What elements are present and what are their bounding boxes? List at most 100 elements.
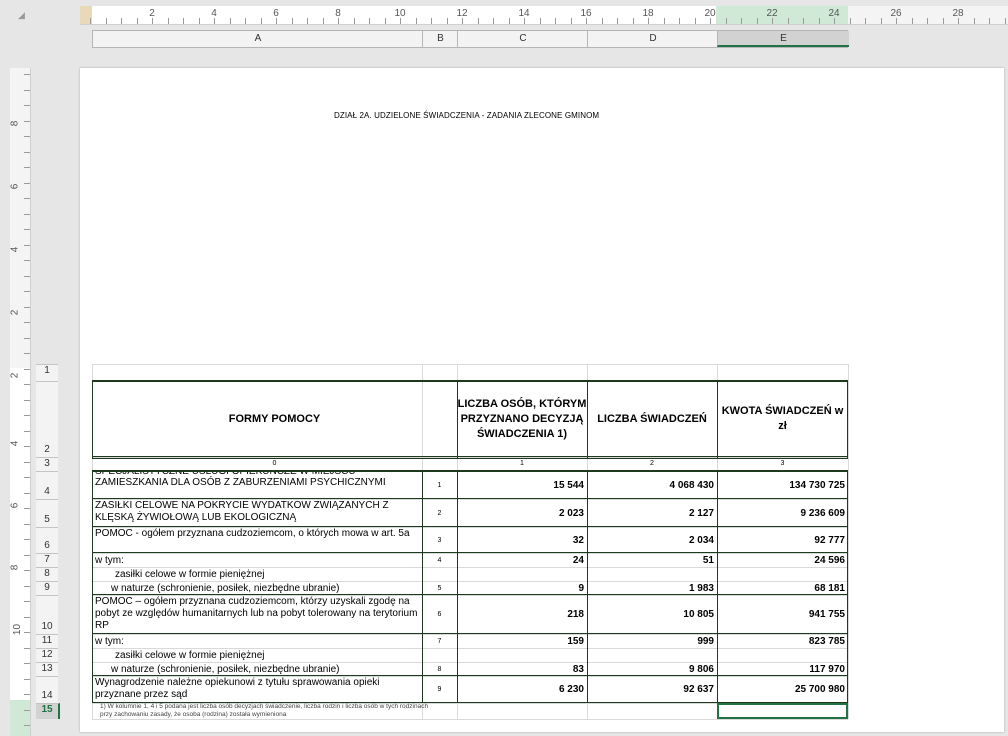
ruler-tick [741, 18, 742, 24]
value-persons[interactable]: 6 230 [458, 677, 587, 703]
value-persons[interactable] [458, 568, 587, 581]
column-header-a[interactable]: A [92, 31, 423, 47]
ruler-number: 2 [10, 309, 21, 316]
row-header-10[interactable]: 10 [36, 595, 58, 634]
ruler-tick [664, 18, 665, 24]
ruler-tick [245, 18, 246, 24]
value-persons[interactable]: 24 [458, 554, 587, 567]
row-label[interactable]: zasiłki celowe w formie pieniężnej [93, 568, 421, 581]
value-benefits[interactable]: 2 127 [588, 500, 717, 527]
value-benefits[interactable]: 92 637 [588, 677, 717, 703]
value-amount[interactable]: 823 785 [718, 635, 848, 648]
value-persons[interactable]: 2 023 [458, 500, 587, 527]
value-benefits[interactable]: 4 068 430 [588, 472, 717, 499]
row-number [422, 649, 457, 662]
row-header-9[interactable]: 9 [36, 581, 58, 595]
value-persons[interactable] [458, 649, 587, 662]
row-label[interactable]: w tym: [93, 635, 421, 648]
value-amount[interactable]: 134 730 725 [718, 472, 848, 499]
value-benefits[interactable]: 999 [588, 635, 717, 648]
value-amount[interactable]: 9 236 609 [718, 500, 848, 527]
row-header-4[interactable]: 4 [36, 471, 58, 499]
row-header-8[interactable]: 8 [36, 567, 58, 581]
column-header-d[interactable]: D [587, 31, 718, 47]
border-line [92, 458, 848, 459]
value-benefits[interactable]: 10 805 [588, 596, 717, 634]
ruler-tick [199, 18, 200, 24]
border-line [92, 552, 848, 553]
ruler-number: 8 [10, 120, 21, 127]
value-amount[interactable]: 941 755 [718, 596, 848, 634]
row-label[interactable]: zasiłki celowe w formie pieniężnej [93, 649, 421, 662]
row-label[interactable]: w tym: [93, 554, 421, 567]
row-label-text: w tym: [95, 636, 124, 647]
row-label[interactable]: ZASIŁKI CELOWE NA POKRYCIE WYDATKÓW ZWIĄ… [93, 500, 421, 527]
column-header-b[interactable]: B [422, 31, 458, 47]
value-persons[interactable]: 218 [458, 596, 587, 634]
ruler-tick [757, 18, 758, 24]
value-amount[interactable] [718, 649, 848, 662]
row-header-13[interactable]: 13 [36, 662, 58, 676]
ruler-tick [24, 90, 30, 91]
ruler-tick [493, 18, 494, 24]
sheet-corner[interactable]: ◢ [0, 0, 80, 48]
ruler-tick [183, 18, 184, 24]
value-amount[interactable]: 25 700 980 [718, 677, 848, 703]
row-header-14[interactable]: 14 [36, 676, 58, 703]
ruler-tick [24, 353, 30, 354]
row-header-1[interactable]: 1 [36, 364, 58, 381]
value-amount[interactable]: 24 596 [718, 554, 848, 567]
sheet-title[interactable]: DZIAŁ 2A. UDZIELONE ŚWIADCZENIA - ZADANI… [334, 111, 599, 120]
row-label[interactable]: Wynagrodzenie należne opiekunowi z tytuł… [93, 677, 421, 703]
ruler-tick [540, 18, 541, 24]
horizontal-ruler: 2 4 6 8 10 12 14 16 18 20 22 24 26 28 [80, 6, 1008, 25]
header-persons: LICZBA OSÓB, KTÓRYM PRZYZNANO DECYZJĄ ŚW… [457, 397, 587, 440]
row-number: 3 [437, 537, 442, 544]
ruler-tick [24, 384, 30, 385]
row-header-15[interactable]: 15 [36, 703, 60, 719]
ruler-tick [24, 214, 30, 215]
row-label[interactable]: SPECJALISTYCZNE USŁUGI OPIEKUŃCZE W MIEJ… [93, 472, 421, 499]
header-amount: KWOTA ŚWIADCZEŃ w zł [721, 405, 844, 432]
value-benefits[interactable] [588, 568, 717, 581]
row-header-11[interactable]: 11 [36, 634, 58, 648]
row-number: 9 [437, 686, 442, 693]
select-all-icon[interactable]: ◢ [18, 10, 25, 21]
column-header-e[interactable]: E [717, 31, 849, 47]
ruler-tick [788, 18, 789, 24]
border-line [717, 380, 718, 458]
value-persons[interactable]: 159 [458, 635, 587, 648]
column-headers: ABCDE [92, 30, 849, 48]
ruler-tick [24, 632, 30, 633]
row-label[interactable]: POMOC – ogółem przyznana cudzoziemcom, k… [93, 596, 421, 634]
grid-line [92, 364, 848, 365]
ruler-tick [24, 617, 30, 618]
ruler-tick [24, 493, 30, 494]
row-header-5[interactable]: 5 [36, 499, 58, 527]
border-line [457, 470, 458, 703]
footnote[interactable]: 1) W kolumnie 1, 4 i 5 podana jest liczb… [100, 703, 430, 719]
ruler-tick [710, 18, 711, 24]
row-label-text: POMOC - ogółem przyznana cudzoziemcom, o… [95, 528, 410, 539]
selected-cell[interactable] [717, 703, 848, 719]
row-label[interactable]: POMOC - ogółem przyznana cudzoziemcom, o… [93, 528, 421, 553]
row-header-12[interactable]: 12 [36, 648, 58, 662]
column-header-c[interactable]: C [457, 31, 588, 47]
row-header-7[interactable]: 7 [36, 553, 58, 567]
value-amount[interactable] [718, 568, 848, 581]
row-number: 4 [437, 557, 442, 564]
value-persons[interactable]: 32 [458, 528, 587, 553]
ruler-tick [943, 18, 944, 24]
ruler-number: 4 [10, 246, 21, 253]
row-header-2[interactable]: 2 [36, 381, 58, 457]
ruler-tick [24, 477, 30, 478]
value-persons[interactable]: 15 544 [458, 472, 587, 499]
value-amount[interactable]: 92 777 [718, 528, 848, 553]
ruler-tick [478, 18, 479, 24]
row-header-3[interactable]: 3 [36, 457, 58, 471]
ruler-tick [24, 291, 30, 292]
value-benefits[interactable]: 2 034 [588, 528, 717, 553]
value-benefits[interactable]: 51 [588, 554, 717, 567]
value-benefits[interactable] [588, 649, 717, 662]
row-header-6[interactable]: 6 [36, 527, 58, 553]
